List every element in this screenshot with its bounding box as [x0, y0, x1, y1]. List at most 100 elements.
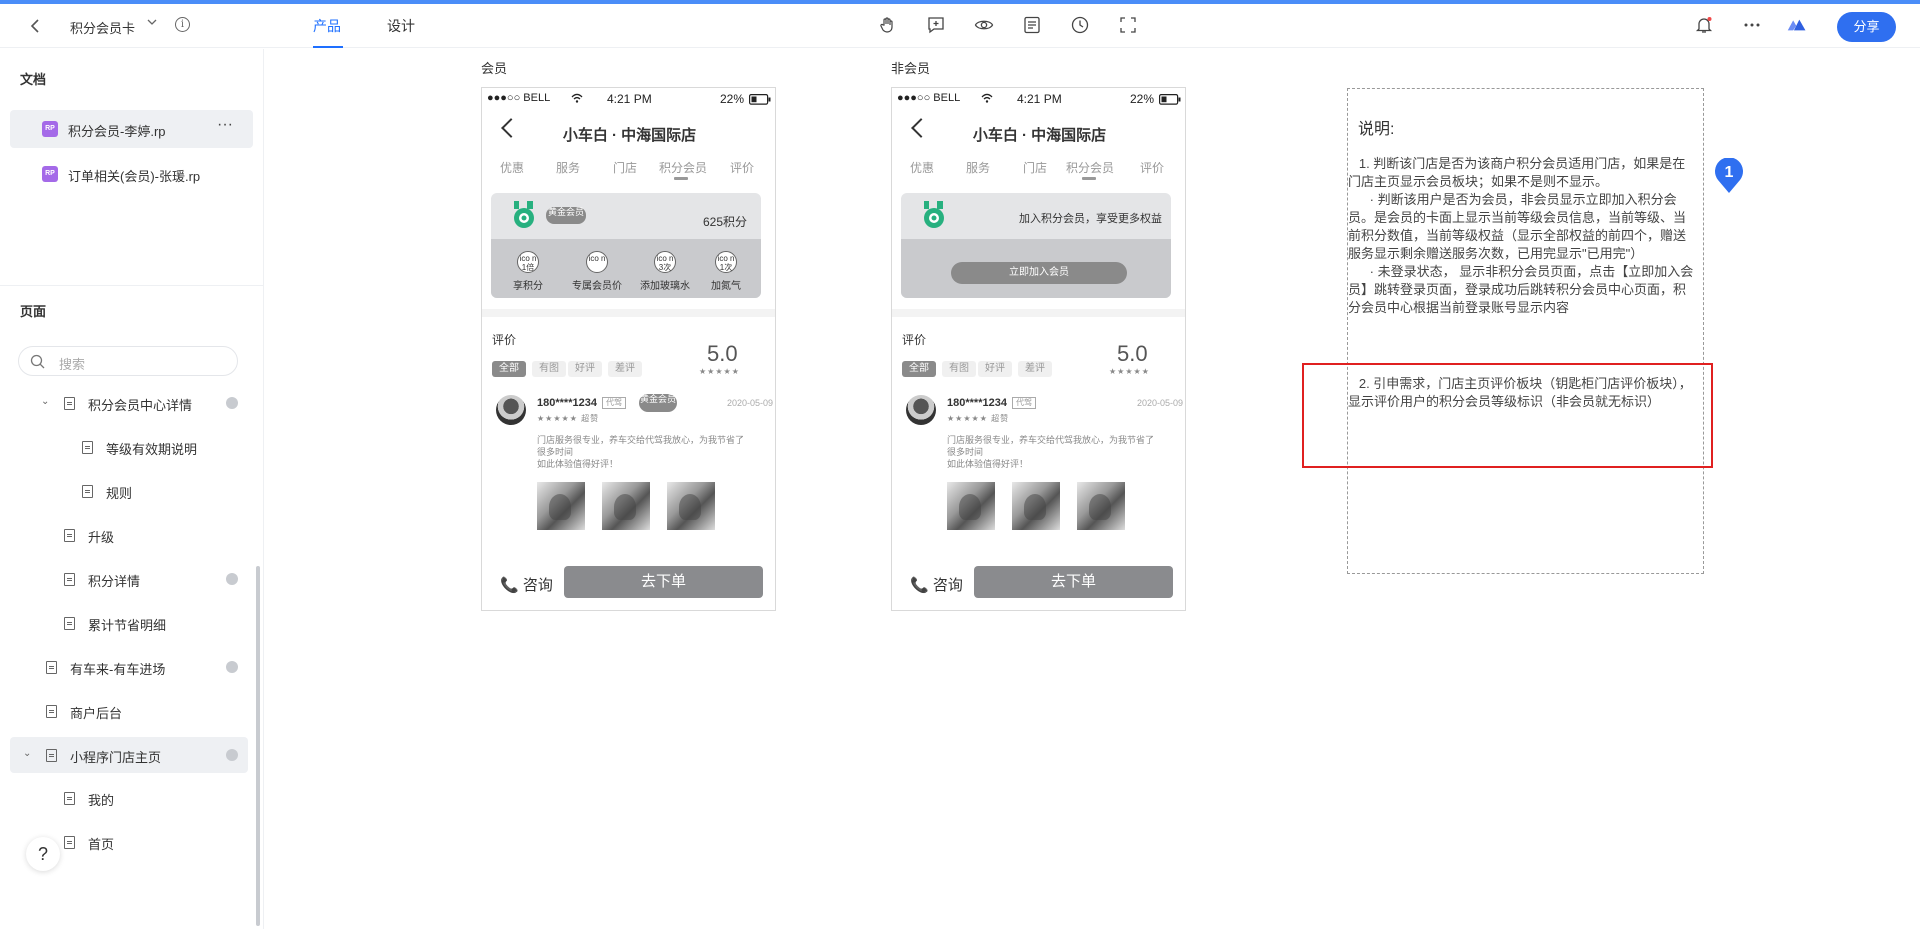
score-stars: ★★★★★: [1109, 367, 1150, 376]
tree-item[interactable]: 我的: [10, 780, 248, 816]
share-button[interactable]: 分享: [1837, 12, 1896, 42]
tab-reviews[interactable]: 评价: [1140, 159, 1164, 176]
join-promo-text: 加入积分会员，享受更多权益: [1019, 213, 1162, 225]
comment-add-icon[interactable]: [926, 15, 946, 35]
active-tab-indicator: [1082, 177, 1096, 180]
tree-item[interactable]: 有车来-有车进场: [10, 649, 248, 685]
filter-chip-good[interactable]: 好评: [978, 361, 1012, 377]
avatar: [906, 395, 936, 425]
tab-product[interactable]: 产品: [313, 16, 341, 36]
phone-mockup-member: ●●●○○ BELL 4:21 PM 22% 小车白 · 中海国际店 优惠 服务…: [481, 87, 776, 611]
review-photo[interactable]: [537, 482, 585, 530]
tab-store[interactable]: 门店: [1023, 159, 1047, 176]
filter-chip-good[interactable]: 好评: [568, 361, 602, 377]
points-value: 625积分: [702, 215, 747, 229]
review-photo[interactable]: [1012, 482, 1060, 530]
tab-discount[interactable]: 优惠: [910, 159, 934, 176]
filter-chip-bad[interactable]: 差评: [608, 361, 642, 377]
hand-icon[interactable]: [878, 15, 898, 35]
tab-points-member[interactable]: 积分会员: [659, 159, 707, 176]
tree-item[interactable]: 规则: [10, 473, 248, 509]
status-time: 4:21 PM: [1017, 92, 1062, 106]
brand-logo-icon: [924, 201, 944, 228]
more-icon[interactable]: [1742, 15, 1762, 35]
tree-item[interactable]: 升级: [10, 517, 248, 553]
chevron-down-icon[interactable]: ⌄: [41, 396, 49, 407]
file-item[interactable]: RP 积分会员-李婷.rp ···: [10, 110, 253, 148]
filter-chip-image[interactable]: 有图: [942, 361, 976, 377]
join-member-button[interactable]: 立即加入会员: [951, 262, 1127, 284]
highlight-box: [1302, 363, 1713, 468]
back-icon[interactable]: [26, 16, 46, 36]
review-section-title: 评价: [492, 333, 517, 347]
chevron-down-icon[interactable]: [146, 16, 158, 31]
file-label: 积分会员-李婷.rp: [68, 124, 166, 139]
active-tab-indicator: [313, 46, 343, 48]
doc-title[interactable]: 积分会员卡: [70, 18, 135, 37]
join-member-card[interactable]: 加入积分会员，享受更多权益 立即加入会员: [901, 193, 1171, 298]
consult-label: 咨询: [932, 577, 963, 594]
sidebar-scrollbar[interactable]: [256, 566, 260, 926]
filter-chip-all[interactable]: 全部: [902, 361, 936, 377]
review-photo[interactable]: [1077, 482, 1125, 530]
consult-button[interactable]: 📞 咨询: [910, 574, 963, 595]
review-photo[interactable]: [667, 482, 715, 530]
section-divider: [482, 309, 775, 317]
rp-file-icon: RP: [42, 166, 58, 182]
tab-design[interactable]: 设计: [387, 16, 415, 36]
annotation-marker[interactable]: 1: [1712, 157, 1746, 194]
phone-label: 非会员: [891, 61, 931, 76]
place-order-button[interactable]: 去下单: [974, 566, 1173, 598]
store-tabs: 优惠 服务 门店 积分会员 评价: [892, 159, 1185, 179]
eye-icon[interactable]: [974, 15, 994, 35]
benefit-label: 添加玻璃水: [640, 281, 690, 292]
tab-reviews[interactable]: 评价: [730, 159, 754, 176]
tab-points-member[interactable]: 积分会员: [1066, 159, 1114, 176]
tree-item[interactable]: 积分详情: [10, 561, 248, 597]
consult-button[interactable]: 📞 咨询: [500, 574, 553, 595]
member-level-badge: 黄金会员: [639, 394, 677, 412]
fullscreen-icon[interactable]: [1118, 15, 1138, 35]
wifi-icon: [571, 93, 583, 103]
tree-item[interactable]: ⌄ 积分会员中心详情: [10, 385, 248, 421]
info-icon[interactable]: i: [175, 17, 190, 32]
avatar: [496, 395, 526, 425]
search-input[interactable]: 搜索: [18, 346, 238, 376]
benefit-item[interactable]: ico n 1次 加氮气: [694, 251, 758, 292]
bell-icon[interactable]: [1694, 15, 1714, 35]
status-bar: ●●●○○ BELL 4:21 PM 22%: [892, 88, 1185, 110]
battery-icon: [749, 94, 771, 105]
file-more-icon[interactable]: ···: [217, 116, 233, 134]
filter-chip-all[interactable]: 全部: [492, 361, 526, 377]
tree-item[interactable]: ⌄ 小程序门店主页: [10, 737, 248, 773]
tree-item[interactable]: 商户后台: [10, 693, 248, 729]
sidebar-divider: [0, 285, 264, 286]
review-photo[interactable]: [947, 482, 995, 530]
page-icon: [64, 573, 75, 586]
help-button[interactable]: ?: [26, 837, 60, 871]
filter-chip-bad[interactable]: 差评: [1018, 361, 1052, 377]
tree-item[interactable]: 等级有效期说明: [10, 429, 248, 465]
notes-icon[interactable]: [1022, 15, 1042, 35]
history-icon[interactable]: [1070, 15, 1090, 35]
tab-service[interactable]: 服务: [966, 159, 990, 176]
tab-service[interactable]: 服务: [556, 159, 580, 176]
chevron-down-icon[interactable]: ⌄: [23, 748, 31, 759]
review-stars: ★★★★★ 超赞: [947, 414, 1010, 423]
tab-discount[interactable]: 优惠: [500, 159, 524, 176]
tree-item[interactable]: 累计节省明细: [10, 605, 248, 641]
carrier-text: ●●●○○ BELL: [487, 92, 551, 104]
review-photo[interactable]: [602, 482, 650, 530]
file-item[interactable]: RP 订单相关(会员)-张瑗.rp: [10, 155, 253, 193]
tab-store[interactable]: 门店: [613, 159, 637, 176]
review-date: 2020-05-09: [727, 398, 774, 408]
member-card[interactable]: 黄金会员 625积分 ico n 1倍 享积分 ico n 专属会员价 ico n …: [491, 193, 761, 298]
tree-label: 升级: [88, 530, 115, 545]
reviewer-name: 180****1234: [947, 397, 1007, 409]
pages-heading: 页面: [20, 304, 47, 319]
benefit-item[interactable]: ico n 1倍 享积分: [496, 251, 560, 292]
benefit-item[interactable]: ico n 3次 添加玻璃水: [633, 251, 697, 292]
filter-chip-image[interactable]: 有图: [532, 361, 566, 377]
place-order-button[interactable]: 去下单: [564, 566, 763, 598]
benefit-item[interactable]: ico n 专属会员价: [565, 251, 629, 292]
